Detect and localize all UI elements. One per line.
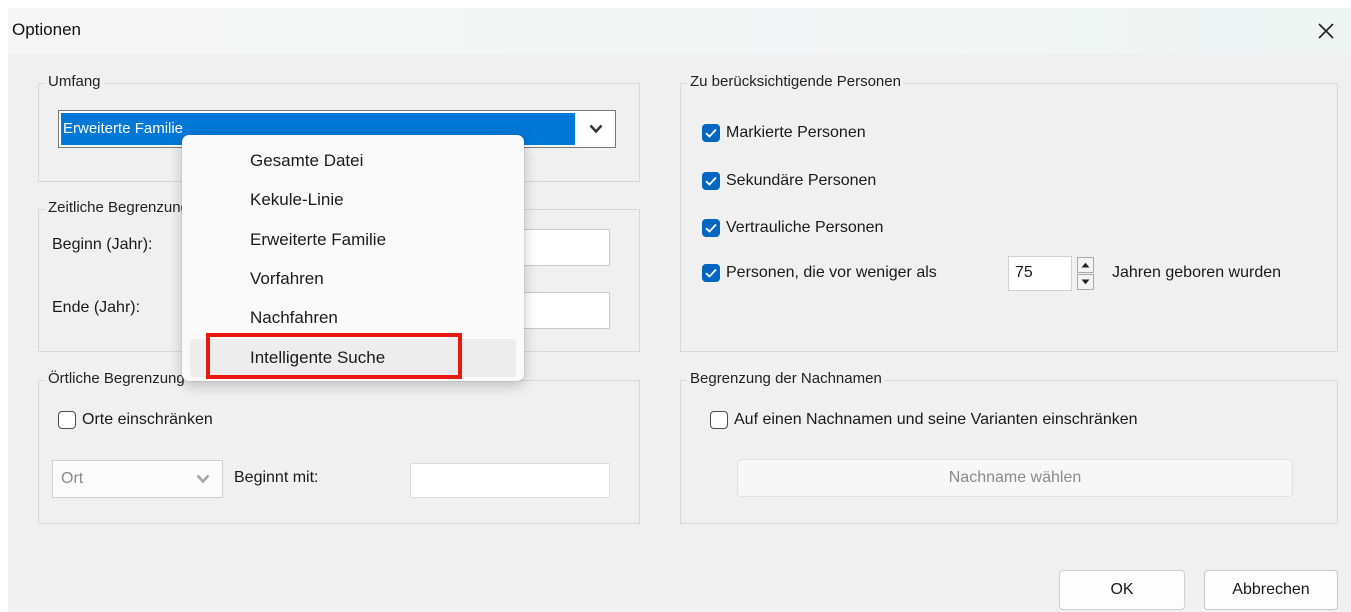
surname-limit-group-title: Begrenzung der Nachnamen (687, 370, 885, 387)
cancel-button[interactable]: Abbrechen (1204, 570, 1338, 610)
place-select[interactable]: Ort (52, 460, 223, 498)
marked-persons-label: Markierte Personen (726, 124, 866, 141)
choose-surname-button[interactable]: Nachname wählen (737, 459, 1293, 497)
place-limit-group-title: Örtliche Begrenzung (45, 370, 188, 387)
recent-births-checkbox[interactable] (702, 264, 720, 282)
option-vorfahren[interactable]: Vorfahren (250, 269, 324, 289)
restrict-places-checkbox[interactable] (58, 411, 76, 429)
confidential-persons-checkbox[interactable] (702, 219, 720, 237)
spin-up-icon[interactable] (1077, 257, 1094, 273)
option-erweiterte-familie[interactable]: Erweiterte Familie (250, 230, 386, 250)
chevron-down-icon[interactable] (184, 461, 222, 497)
place-limit-group: Örtliche Begrenzung (38, 370, 640, 524)
chevron-down-icon[interactable] (577, 111, 615, 147)
years-spinner-input[interactable]: 75 (1008, 256, 1072, 291)
spin-down-icon[interactable] (1077, 274, 1094, 290)
time-limit-group-title: Zeitliche Begrenzung (45, 199, 192, 216)
option-gesamte-datei[interactable]: Gesamte Datei (250, 151, 363, 171)
place-select-value: Ort (61, 470, 84, 487)
starts-with-input[interactable] (410, 463, 610, 498)
close-icon[interactable] (1309, 14, 1343, 48)
surname-limit-group: Begrenzung der Nachnamen (680, 370, 1338, 524)
persons-group-title: Zu berücksichtigende Personen (687, 73, 904, 90)
restrict-surname-checkbox[interactable] (710, 411, 728, 429)
title-bar: Optionen (8, 8, 1351, 54)
secondary-persons-label: Sekundäre Personen (726, 172, 877, 189)
marked-persons-checkbox[interactable] (702, 124, 720, 142)
restrict-surname-label: Auf einen Nachnamen und seine Varianten … (734, 411, 1138, 428)
restrict-places-label: Orte einschränken (82, 411, 213, 428)
end-year-label: Ende (Jahr): (52, 299, 141, 316)
highlight-annotation (206, 333, 462, 379)
secondary-persons-checkbox[interactable] (702, 172, 720, 190)
ok-button[interactable]: OK (1059, 570, 1185, 610)
years-suffix-label: Jahren geboren wurden (1112, 264, 1282, 281)
option-nachfahren[interactable]: Nachfahren (250, 308, 338, 328)
window-title: Optionen (12, 20, 81, 39)
start-year-label: Beginn (Jahr): (52, 236, 153, 253)
scope-group-title: Umfang (45, 73, 104, 90)
starts-with-label: Beginnt mit: (234, 469, 319, 486)
recent-births-label: Personen, die vor weniger als (726, 264, 937, 281)
option-kekule-linie[interactable]: Kekule-Linie (250, 190, 344, 210)
confidential-persons-label: Vertrauliche Personen (726, 219, 884, 236)
